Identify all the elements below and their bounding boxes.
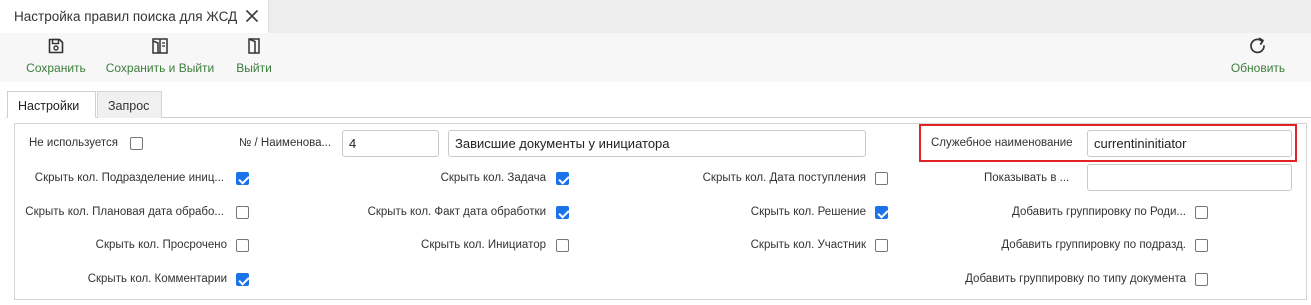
tab-settings-label: Настройки: [18, 99, 80, 113]
col1-checkbox-2[interactable]: [236, 239, 249, 252]
not-used-label: Не используется: [29, 137, 119, 149]
col3-label-2: Скрыть кол. Участник: [750, 239, 866, 251]
tab-query-label: Запрос: [108, 99, 150, 113]
tab-query[interactable]: Запрос: [97, 91, 162, 118]
document-tab[interactable]: Настройка правил поиска для ЖСД: [0, 0, 269, 34]
number-name-label: № / Наименова...: [239, 137, 332, 149]
exit-button[interactable]: Выйти: [235, 37, 273, 75]
col4-checkbox-1[interactable]: [1195, 239, 1208, 252]
col2-label-2: Скрыть кол. Инициатор: [421, 239, 546, 251]
exit-button-label: Выйти: [236, 61, 272, 75]
col1-checkbox-0[interactable]: [236, 172, 249, 185]
col4-label-1: Добавить группировку по подразд.: [1001, 239, 1186, 251]
window-tab-bar: Настройка правил поиска для ЖСД: [0, 0, 1311, 34]
save-button-label: Сохранить: [26, 61, 86, 75]
save-exit-icon: [152, 38, 168, 54]
col3-checkbox-0[interactable]: [875, 172, 888, 185]
col4-label-0: Добавить группировку по Роди...: [1012, 206, 1186, 218]
form-tabs: Настройки Запрос: [0, 82, 1311, 118]
col1-checkbox-1[interactable]: [236, 206, 249, 219]
close-icon[interactable]: [245, 9, 259, 23]
refresh-button-label: Обновить: [1230, 61, 1286, 75]
door-exit-icon: [248, 38, 260, 54]
name-input[interactable]: Зависшие документы у инициатора: [448, 130, 866, 157]
col2-label-1: Скрыть кол. Факт дата обработки: [367, 206, 546, 218]
col2-checkbox-1[interactable]: [556, 206, 569, 219]
col3-label-0: Скрыть кол. Дата поступления: [702, 172, 866, 184]
save-button[interactable]: Сохранить: [26, 37, 86, 75]
save-and-exit-button[interactable]: Сохранить и Выйти: [104, 37, 216, 75]
col3-checkbox-1[interactable]: [875, 206, 888, 219]
col3-label-1: Скрыть кол. Решение: [750, 206, 866, 218]
tabs-divider: [6, 117, 1311, 118]
refresh-button[interactable]: Обновить: [1229, 37, 1287, 75]
save-and-exit-button-label: Сохранить и Выйти: [105, 61, 215, 75]
tab-settings[interactable]: Настройки: [7, 91, 96, 118]
toolbar: Сохранить Сохранить и Выйти Выйти Обнови…: [0, 33, 1311, 82]
service-name-input[interactable]: currentininitiator: [1087, 130, 1292, 157]
col2-label-0: Скрыть кол. Задача: [440, 172, 546, 184]
service-name-label: Служебное наименование: [931, 137, 1073, 149]
col3-checkbox-2[interactable]: [875, 239, 888, 252]
col1-label-0: Скрыть кол. Подразделение иниц...: [34, 172, 224, 184]
col1-label-2: Скрыть кол. Просрочено: [95, 239, 227, 251]
show-in-input[interactable]: [1087, 164, 1292, 191]
number-input[interactable]: 4: [342, 130, 439, 157]
col1-checkbox-3[interactable]: [236, 273, 249, 286]
col2-checkbox-0[interactable]: [556, 172, 569, 185]
col4-label-2: Добавить группировку по типу документа: [965, 273, 1186, 285]
col4-checkbox-2[interactable]: [1195, 273, 1208, 286]
document-tab-title: Настройка правил поиска для ЖСД: [14, 9, 238, 24]
col4-checkbox-0[interactable]: [1195, 206, 1208, 219]
save-icon: [48, 38, 64, 54]
not-used-checkbox[interactable]: [130, 137, 143, 150]
refresh-icon: [1250, 37, 1265, 54]
col1-label-1: Скрыть кол. Плановая дата обрабо...: [25, 206, 224, 218]
col2-checkbox-2[interactable]: [556, 239, 569, 252]
show-in-label: Показывать в ...: [984, 172, 1070, 184]
col1-label-3: Скрыть кол. Комментарии: [87, 273, 227, 285]
